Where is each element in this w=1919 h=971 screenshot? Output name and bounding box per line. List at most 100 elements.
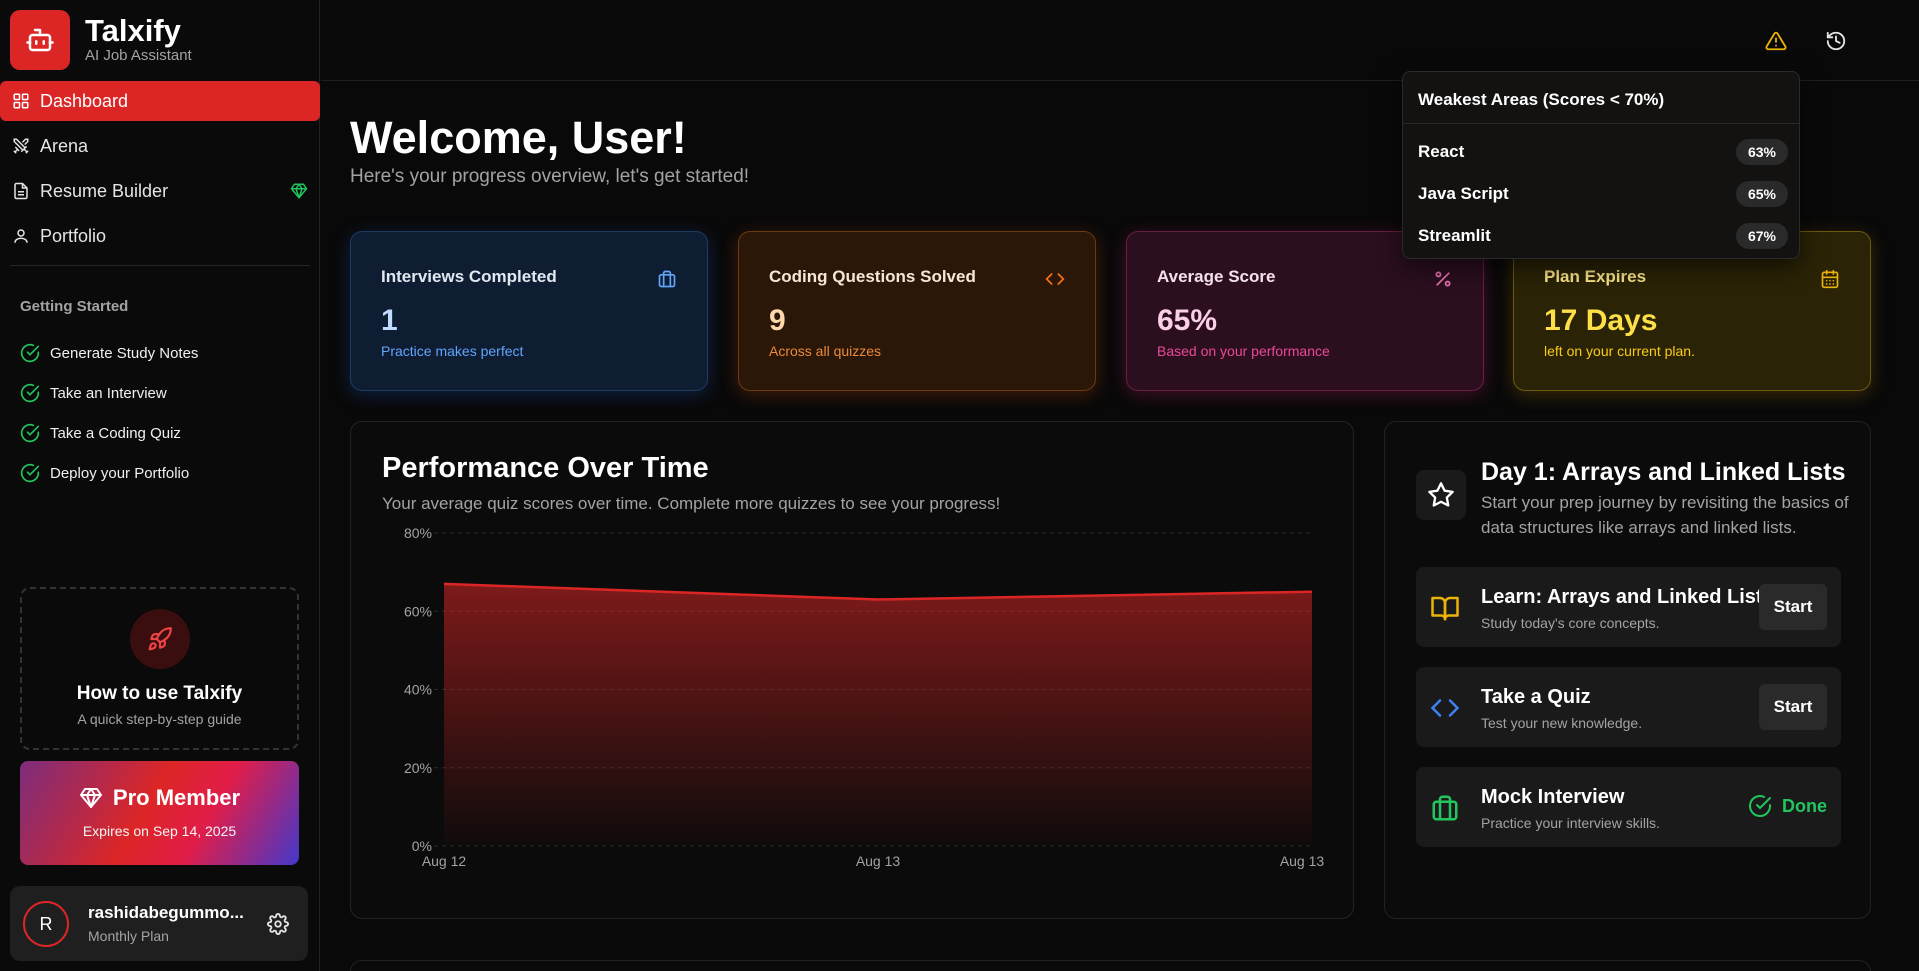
task-subtitle: Study today's core concepts. xyxy=(1481,615,1660,631)
book-icon xyxy=(1431,596,1459,621)
getting-started-item[interactable]: Deploy your Portfolio xyxy=(20,453,198,493)
help-subtitle: A quick step-by-step guide xyxy=(77,711,242,727)
weak-area-score: 67% xyxy=(1735,223,1788,249)
task-mock-interview: Mock Interview Practice your interview s… xyxy=(1416,767,1841,847)
stat-title: Plan Expires xyxy=(1544,267,1647,286)
star-icon xyxy=(1416,470,1466,520)
sidebar-item-label: Resume Builder xyxy=(40,180,169,201)
swords-icon xyxy=(12,137,30,155)
gear-icon[interactable] xyxy=(267,913,289,935)
brand-name: Talxify xyxy=(85,13,181,48)
getting-started-item[interactable]: Take an Interview xyxy=(20,373,198,413)
stat-subtitle: Practice makes perfect xyxy=(381,343,524,359)
done-label: Done xyxy=(1782,795,1827,816)
divider xyxy=(10,265,310,266)
rocket-icon xyxy=(129,609,190,669)
getting-started-item[interactable]: Take a Coding Quiz xyxy=(20,413,198,453)
y-tick-label: 60% xyxy=(404,603,432,619)
pro-member-card[interactable]: Pro Member Expires on Sep 14, 2025 xyxy=(20,761,299,865)
weak-area-score: 65% xyxy=(1735,181,1788,207)
stat-subtitle: left on your current plan. xyxy=(1544,343,1695,359)
x-tick-label: Aug 13 xyxy=(1280,853,1325,869)
gem-icon xyxy=(79,788,102,808)
stat-title: Interviews Completed xyxy=(381,267,557,286)
check-circle-icon xyxy=(20,423,40,443)
robot-icon xyxy=(10,10,70,70)
stat-subtitle: Across all quizzes xyxy=(769,343,882,359)
stat-subtitle: Based on your performance xyxy=(1157,343,1330,359)
weak-area-row[interactable]: React 63% xyxy=(1418,136,1788,166)
bottom-panel xyxy=(350,960,1871,971)
gem-icon xyxy=(290,182,308,205)
weak-area-score: 63% xyxy=(1735,139,1788,165)
pro-expires: Expires on Sep 14, 2025 xyxy=(82,823,237,839)
getting-started-list: Generate Study Notes Take an Interview T… xyxy=(20,333,198,493)
user-icon xyxy=(12,227,30,245)
sidebar-item-resume-builder[interactable]: Resume Builder xyxy=(0,171,320,211)
stat-title: Average Score xyxy=(1157,267,1276,286)
sidebar-item-arena[interactable]: Arena xyxy=(0,126,320,166)
weak-area-name: React xyxy=(1418,142,1465,161)
briefcase-icon xyxy=(1432,795,1458,821)
area-fill xyxy=(444,583,1312,846)
weak-area-row[interactable]: Streamlit 67% xyxy=(1418,220,1788,250)
getting-started-item[interactable]: Generate Study Notes xyxy=(20,333,198,373)
task-quiz: Take a Quiz Test your new knowledge. Sta… xyxy=(1416,667,1841,747)
check-circle-icon xyxy=(20,383,40,403)
performance-panel: Performance Over Time Your average quiz … xyxy=(350,421,1354,919)
stat-card-coding: Coding Questions Solved 9 Across all qui… xyxy=(738,231,1096,391)
sidebar-item-label: Portfolio xyxy=(40,225,107,246)
task-title: Take a Quiz xyxy=(1481,686,1591,708)
page-subtitle: Here's your progress overview, let's get… xyxy=(350,166,750,187)
x-tick-label: Aug 12 xyxy=(422,853,467,869)
divider xyxy=(1403,123,1799,124)
sidebar-item-label: Dashboard xyxy=(40,90,129,111)
sidebar-item-label: Arena xyxy=(40,135,89,156)
help-guide-card[interactable]: How to use Talxify A quick step-by-step … xyxy=(20,587,299,750)
y-tick-label: 80% xyxy=(404,525,432,541)
sidebar-item-dashboard[interactable]: Dashboard xyxy=(0,81,320,121)
weak-area-name: Streamlit xyxy=(1418,226,1491,245)
start-button[interactable]: Start xyxy=(1759,584,1827,630)
warning-icon[interactable] xyxy=(1765,30,1787,52)
y-tick-label: 0% xyxy=(412,838,432,854)
user-card[interactable]: R rashidabegummo... Monthly Plan xyxy=(10,886,308,961)
plan-description: Start your prep journey by revisiting th… xyxy=(1481,493,1849,537)
stat-card-interviews: Interviews Completed 1 Practice makes pe… xyxy=(350,231,708,391)
performance-chart: 0% 20% 40% 60% 80% Aug 12 Aug 13 Aug 13 xyxy=(404,525,1325,869)
briefcase-icon xyxy=(658,270,676,288)
y-tick-label: 40% xyxy=(404,682,432,698)
getting-started-label: Take an Interview xyxy=(50,384,167,402)
check-circle-icon xyxy=(1749,795,1771,818)
performance-subtitle: Your average quiz scores over time. Comp… xyxy=(382,494,1001,513)
code-icon xyxy=(1430,699,1460,717)
daily-plan-panel: Day 1: Arrays and Linked Lists Start you… xyxy=(1384,421,1871,919)
brand[interactable]: Talxify AI Job Assistant xyxy=(10,10,192,70)
user-plan: Monthly Plan xyxy=(88,928,169,944)
y-tick-label: 20% xyxy=(404,760,432,776)
task-title: Learn: Arrays and Linked Lists xyxy=(1481,586,1774,608)
task-subtitle: Practice your interview skills. xyxy=(1481,815,1660,831)
check-circle-icon xyxy=(20,463,40,483)
stat-value: 1 xyxy=(381,304,398,337)
calendar-icon xyxy=(1821,269,1839,289)
top-bar xyxy=(321,0,1919,81)
sidebar-item-portfolio[interactable]: Portfolio xyxy=(0,216,320,256)
grid-icon xyxy=(12,92,30,110)
avatar: R xyxy=(23,901,69,947)
stat-value: 9 xyxy=(769,304,786,337)
start-button[interactable]: Start xyxy=(1759,684,1827,730)
getting-started-title: Getting Started xyxy=(20,298,129,315)
page-title: Welcome, User! xyxy=(350,112,687,163)
task-title: Mock Interview xyxy=(1481,786,1625,808)
sidebar-nav: Dashboard Arena Resume Builder Portfolio xyxy=(0,81,320,261)
pro-title: Pro Member xyxy=(112,785,241,810)
help-title: How to use Talxify xyxy=(76,683,243,704)
user-name: rashidabegummo... xyxy=(88,903,244,922)
stat-title: Coding Questions Solved xyxy=(769,267,976,286)
weak-area-row[interactable]: Java Script 65% xyxy=(1418,178,1788,208)
brand-tagline: AI Job Assistant xyxy=(85,47,192,64)
stat-value: 17 Days xyxy=(1544,304,1658,337)
history-icon[interactable] xyxy=(1825,30,1847,52)
stat-value: 65% xyxy=(1157,304,1218,337)
